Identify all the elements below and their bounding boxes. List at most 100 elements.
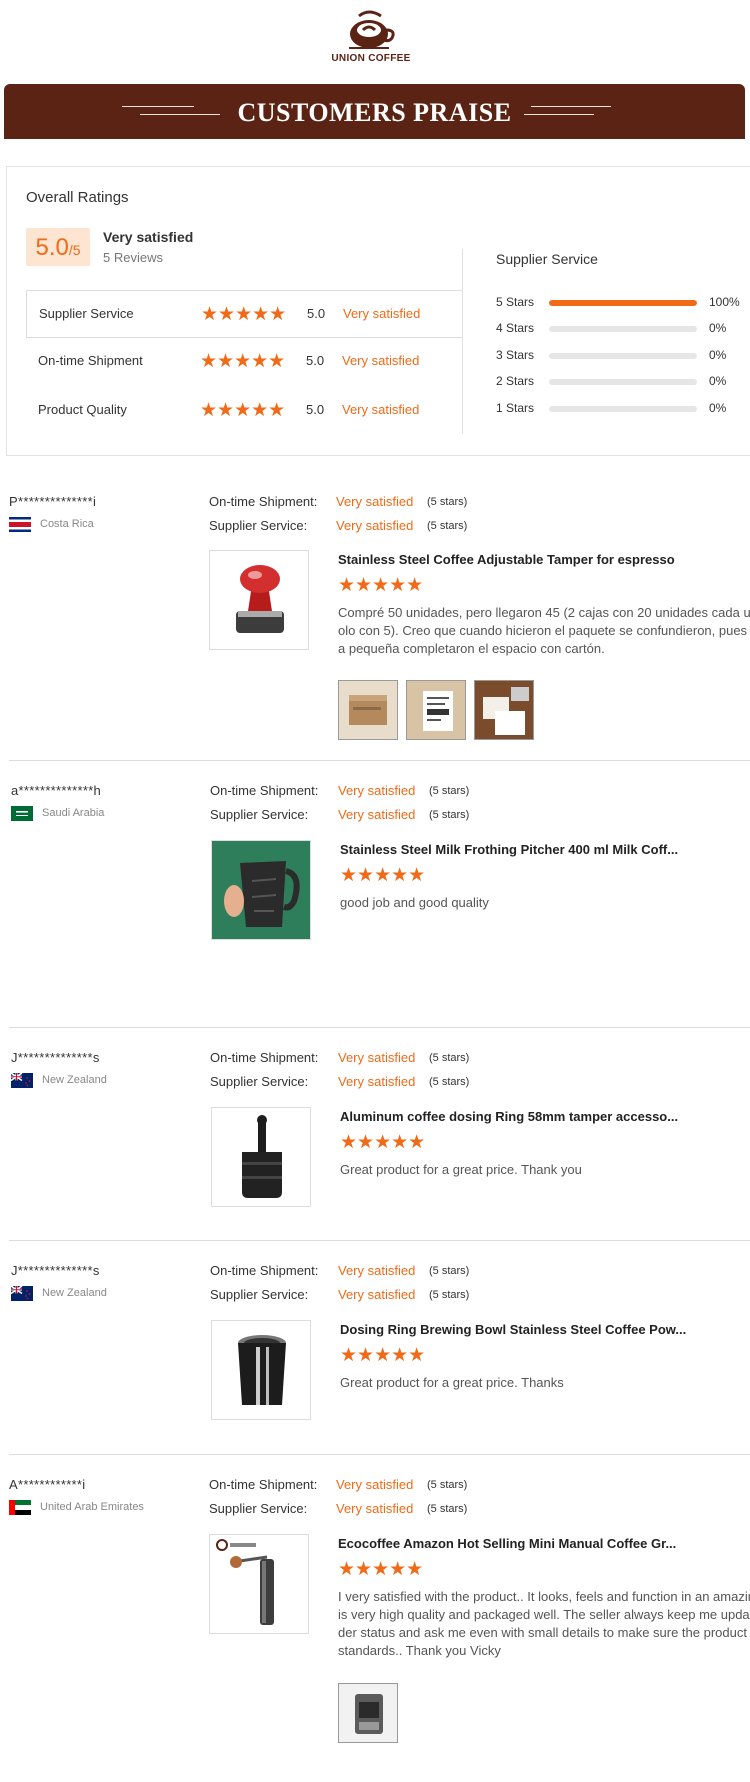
breakdown-label: 3 Stars bbox=[496, 348, 535, 362]
review-photo[interactable] bbox=[338, 1683, 398, 1743]
breakdown-bar bbox=[549, 353, 697, 359]
star-rating-icon: ★★★★★ bbox=[200, 400, 286, 421]
rating-row-score: 5.0 bbox=[307, 306, 326, 321]
product-thumbnail[interactable] bbox=[211, 1320, 311, 1420]
breakdown-bar bbox=[549, 300, 697, 306]
new-zealand-flag-icon bbox=[11, 1073, 33, 1088]
review-photo[interactable] bbox=[406, 680, 466, 740]
product-thumbnail[interactable] bbox=[211, 1107, 311, 1207]
dosing-ring-product-image bbox=[242, 1115, 282, 1198]
shipment-label: On-time Shipment: bbox=[209, 1477, 318, 1492]
breakdown-row-5-stars: 5 Stars 100% bbox=[496, 293, 746, 313]
rating-row-text: Very satisfied bbox=[342, 353, 420, 368]
review-photo[interactable] bbox=[338, 680, 398, 740]
service-stars-note: (5 stars) bbox=[429, 1289, 470, 1301]
product-star-rating-icon: ★★★★★ bbox=[340, 1132, 426, 1153]
breakdown-bar bbox=[549, 379, 697, 385]
service-label: Supplier Service: bbox=[209, 1501, 308, 1516]
review-photo[interactable] bbox=[474, 680, 534, 740]
product-title[interactable]: Dosing Ring Brewing Bowl Stainless Steel… bbox=[340, 1322, 686, 1337]
package-photo bbox=[339, 681, 397, 739]
service-label: Supplier Service: bbox=[210, 1287, 309, 1302]
overall-ratings-title: Overall Ratings bbox=[26, 189, 129, 206]
review-divider bbox=[9, 1240, 750, 1241]
service-rating: Very satisfied bbox=[338, 1074, 416, 1089]
service-stars-note: (5 stars) bbox=[429, 1076, 470, 1088]
reviewer-name: P**************i bbox=[9, 494, 97, 509]
rating-row-label: Product Quality bbox=[38, 402, 127, 417]
review-comment: good job and good quality bbox=[340, 895, 489, 910]
review-card: a**************h Saudi Arabia On-time Sh… bbox=[0, 779, 750, 1019]
breakdown-percent: 100% bbox=[709, 295, 740, 309]
product-title[interactable]: Stainless Steel Coffee Adjustable Tamper… bbox=[338, 552, 675, 567]
banner-title: CUSTOMERS PRAISE bbox=[237, 98, 512, 127]
star-rating-icon: ★★★★★ bbox=[201, 304, 287, 325]
coffee-cup-logo-icon bbox=[349, 10, 395, 49]
breakdown-percent: 0% bbox=[709, 348, 727, 362]
milk-pitcher-product-image bbox=[212, 841, 310, 939]
review-comment: Great product for a great price. Thanks bbox=[340, 1375, 564, 1390]
overall-score-suffix: /5 bbox=[68, 242, 81, 258]
product-thumbnail[interactable] bbox=[209, 550, 309, 650]
shipment-rating: Very satisfied bbox=[336, 494, 414, 509]
shipment-label: On-time Shipment: bbox=[210, 1263, 319, 1278]
review-comment: Great product for a great price. Thank y… bbox=[340, 1162, 582, 1177]
rating-row-on-time-shipment[interactable]: On-time Shipment ★★★★★ 5.0 Very satisfie… bbox=[26, 338, 462, 386]
service-rating: Very satisfied bbox=[338, 1287, 416, 1302]
product-title[interactable]: Stainless Steel Milk Frothing Pitcher 40… bbox=[340, 842, 678, 857]
package-photo bbox=[475, 681, 533, 739]
review-comment: Compré 50 unidades, pero llegaron 45 (2 … bbox=[338, 605, 750, 656]
banner-right-line bbox=[531, 106, 611, 107]
product-star-rating-icon: ★★★★★ bbox=[338, 575, 424, 596]
shipment-rating: Very satisfied bbox=[338, 1263, 416, 1278]
product-thumbnail[interactable] bbox=[211, 840, 311, 940]
service-stars-note: (5 stars) bbox=[427, 1503, 468, 1515]
rating-row-text: Very satisfied bbox=[342, 402, 420, 417]
rating-row-label: Supplier Service bbox=[39, 306, 134, 321]
breakdown-row-1-stars: 1 Stars 0% bbox=[496, 399, 746, 419]
rating-row-supplier-service[interactable]: Supplier Service ★★★★★ 5.0 Very satisfie… bbox=[26, 290, 462, 338]
service-stars-note: (5 stars) bbox=[429, 809, 470, 821]
reviewer-name: a**************h bbox=[11, 783, 102, 798]
breakdown-percent: 0% bbox=[709, 321, 727, 335]
costa-rica-flag-icon bbox=[9, 517, 31, 532]
star-rating-icon: ★★★★★ bbox=[200, 351, 286, 372]
service-label: Supplier Service: bbox=[209, 518, 308, 533]
new-zealand-flag-icon bbox=[11, 1286, 33, 1301]
breakdown-label: 1 Stars bbox=[496, 401, 535, 415]
grinder-photo bbox=[339, 1684, 397, 1742]
product-title[interactable]: Ecocoffee Amazon Hot Selling Mini Manual… bbox=[338, 1536, 676, 1551]
service-rating: Very satisfied bbox=[338, 807, 416, 822]
reviewer-country: New Zealand bbox=[42, 1287, 107, 1299]
shipment-label: On-time Shipment: bbox=[210, 1050, 319, 1065]
breakdown-label: 5 Stars bbox=[496, 295, 535, 309]
product-title[interactable]: Aluminum coffee dosing Ring 58mm tamper … bbox=[340, 1109, 678, 1124]
reviews-count: 5 Reviews bbox=[103, 250, 163, 265]
brand-logo: UNION COFFEE bbox=[330, 10, 412, 72]
service-rating: Very satisfied bbox=[336, 1501, 414, 1516]
shipment-label: On-time Shipment: bbox=[210, 783, 319, 798]
reviewer-country: Costa Rica bbox=[40, 518, 94, 530]
shipment-rating: Very satisfied bbox=[338, 1050, 416, 1065]
breakdown-label: 4 Stars bbox=[496, 321, 535, 335]
shipment-stars-note: (5 stars) bbox=[429, 785, 470, 797]
service-label: Supplier Service: bbox=[210, 807, 309, 822]
dosing-bowl-product-image bbox=[238, 1335, 286, 1405]
rating-row-product-quality[interactable]: Product Quality ★★★★★ 5.0 Very satisfied bbox=[26, 387, 462, 435]
shipment-label: On-time Shipment: bbox=[209, 494, 318, 509]
breakdown-percent: 0% bbox=[709, 374, 727, 388]
breakdown-row-2-stars: 2 Stars 0% bbox=[496, 372, 746, 392]
product-thumbnail[interactable] bbox=[209, 1534, 309, 1634]
reviewer-country: Saudi Arabia bbox=[42, 807, 105, 819]
review-divider bbox=[9, 760, 750, 761]
uae-flag-icon bbox=[9, 1500, 31, 1515]
review-card: A************i United Arab Emirates On-t… bbox=[0, 1473, 750, 1753]
product-star-rating-icon: ★★★★★ bbox=[338, 1559, 424, 1580]
product-star-rating-icon: ★★★★★ bbox=[340, 865, 426, 886]
saudi-arabia-flag-icon bbox=[11, 806, 33, 821]
review-divider bbox=[9, 1027, 750, 1028]
tamper-product-image bbox=[236, 565, 284, 633]
overall-score-badge: 5.0/5 bbox=[26, 228, 90, 266]
rating-row-label: On-time Shipment bbox=[38, 353, 143, 368]
service-label: Supplier Service: bbox=[210, 1074, 309, 1089]
